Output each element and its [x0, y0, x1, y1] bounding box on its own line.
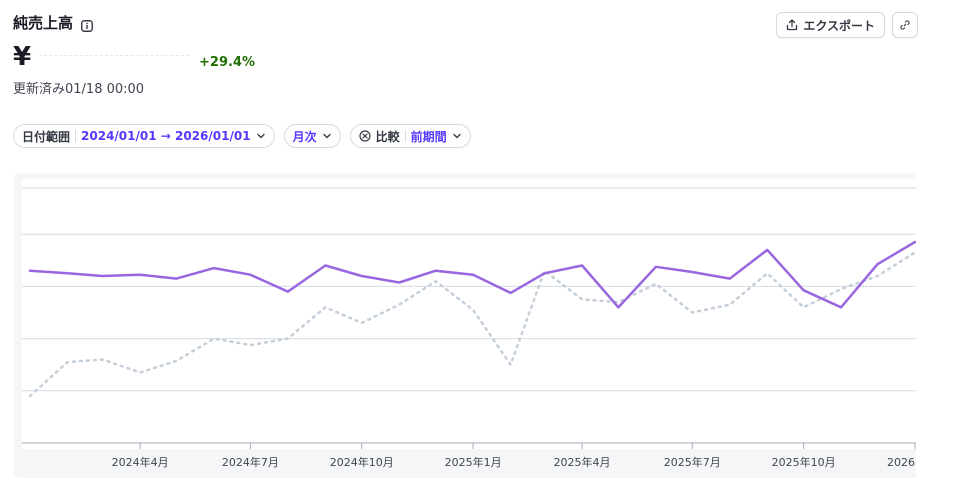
interval-filter[interactable]: 月次	[283, 124, 341, 148]
metric-title: 純売上高	[13, 14, 74, 32]
export-button[interactable]: エクスポート	[776, 12, 885, 38]
chevron-down-icon	[256, 133, 265, 139]
metric-header: 純売上高	[13, 12, 93, 33]
chart-panel: 2024年4月 2024年7月 2024年10月 2025年1月 2025年4月 2025…	[14, 173, 916, 478]
x-tick-label: 2025年10月	[772, 455, 836, 469]
date-range-value: 2024/01/01 → 2026/01/01	[81, 129, 251, 143]
date-range-filter[interactable]: 日付範囲 2024/01/01 → 2026/01/01	[13, 124, 275, 148]
divider	[75, 130, 77, 142]
x-tick-label: 2024年7月	[222, 455, 279, 469]
x-tick-label: 2025年7月	[664, 455, 721, 469]
clear-compare-icon[interactable]	[358, 130, 371, 142]
interval-value: 月次	[292, 129, 317, 144]
info-icon[interactable]	[81, 17, 93, 32]
copy-link-button[interactable]	[892, 12, 918, 38]
x-tick-label: 2024年4月	[112, 455, 169, 469]
export-label: エクスポート	[803, 18, 875, 33]
export-icon	[787, 19, 798, 31]
x-tick-label: 2025年4月	[554, 455, 611, 469]
line-chart[interactable]: 2024年4月 2024年7月 2024年10月 2025年1月 2025年4月 2025…	[14, 173, 916, 478]
updated-timestamp: 更新済み01/18 00:00	[13, 82, 145, 97]
compare-filter[interactable]: 比較 前期間	[349, 124, 471, 148]
divider	[404, 130, 406, 142]
filter-bar: 日付範囲 2024/01/01 → 2026/01/01 月次 比較 前期間	[13, 124, 471, 148]
chevron-down-icon	[322, 133, 331, 139]
metric-value: ¥	[13, 42, 190, 72]
chevron-down-icon	[452, 133, 461, 139]
currency-symbol: ¥	[13, 42, 32, 72]
change-percentage: +29.4%	[199, 55, 255, 70]
masked-amount	[39, 55, 190, 65]
link-icon	[900, 20, 910, 30]
x-tick-label: 2024年10月	[330, 455, 394, 469]
compare-value: 前期間	[410, 129, 447, 144]
top-actions: エクスポート	[776, 12, 918, 38]
plot-background	[22, 179, 916, 449]
x-tick-label: 2025年1月	[445, 455, 502, 469]
compare-label: 比較	[375, 129, 400, 144]
x-tick-label: 2026	[887, 456, 915, 469]
date-range-label: 日付範囲	[22, 129, 71, 144]
